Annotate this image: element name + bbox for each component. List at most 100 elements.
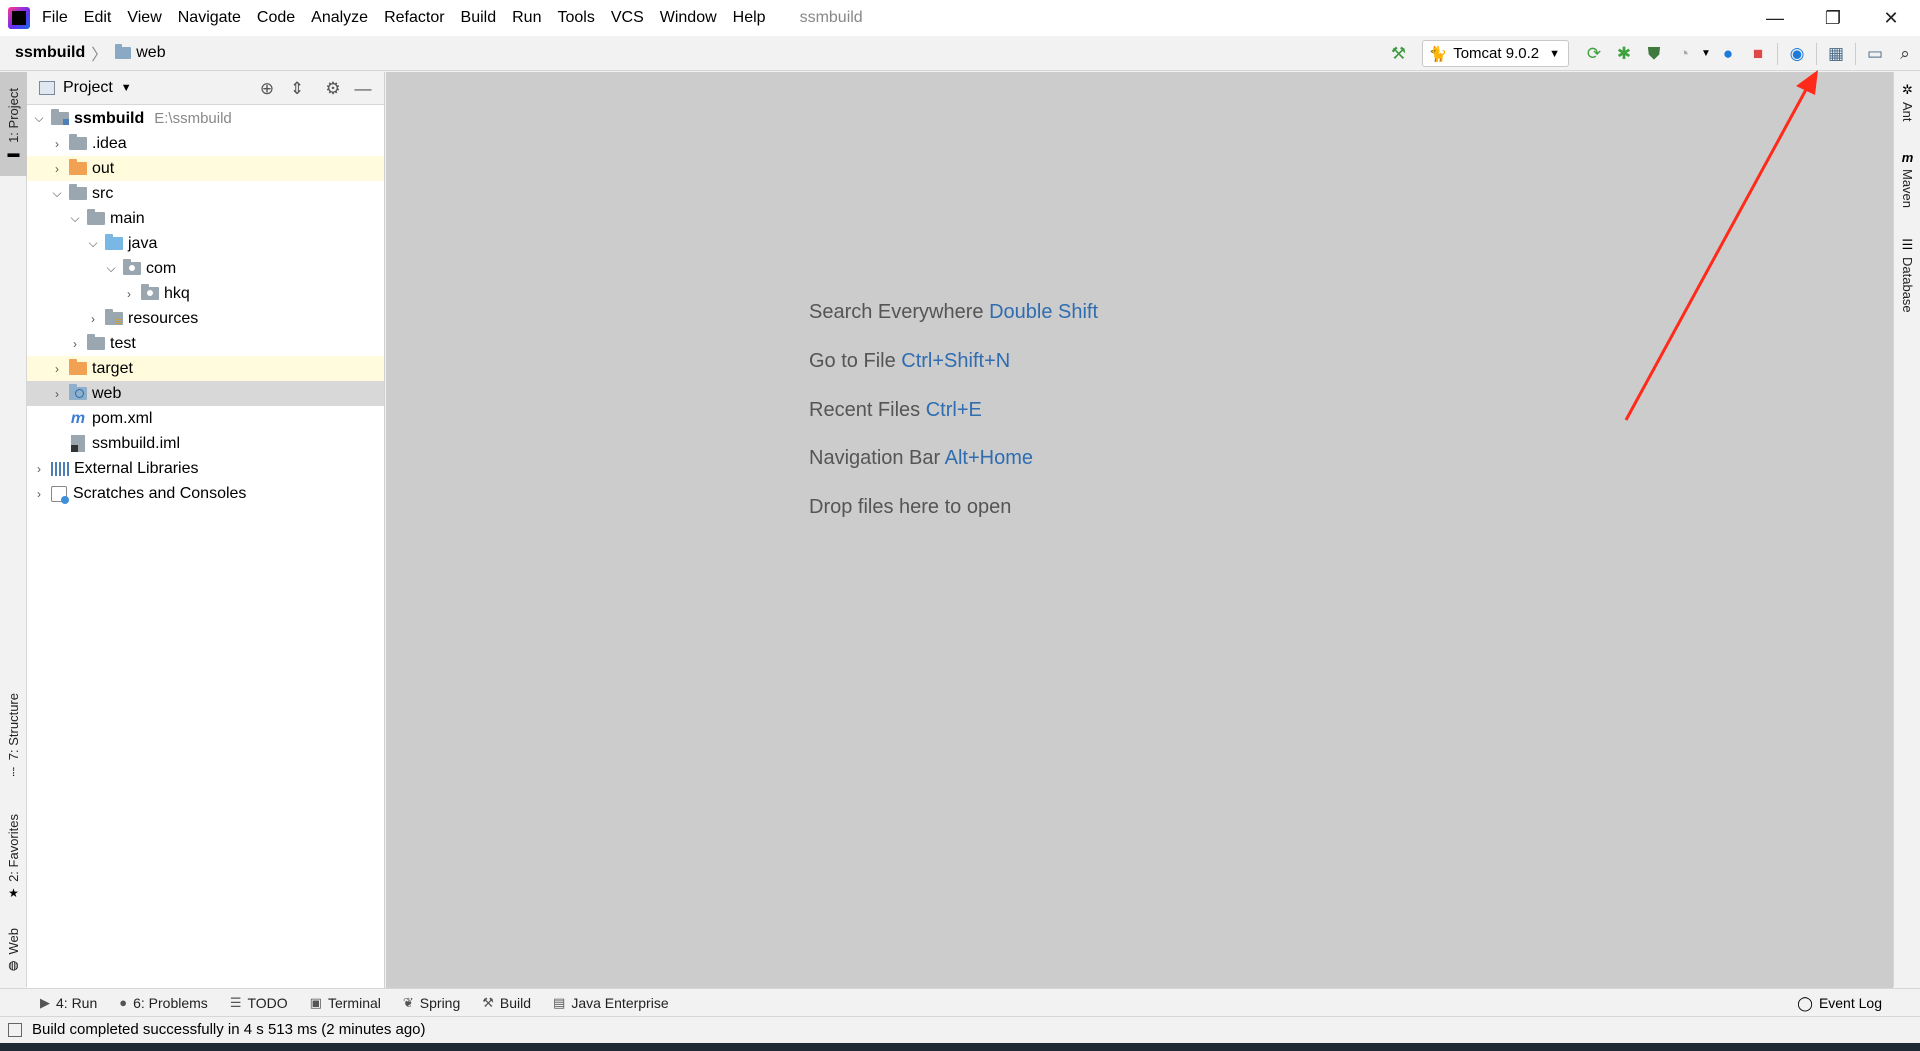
folder-icon: ▬	[7, 146, 20, 161]
tree-item-target[interactable]: › target	[27, 356, 384, 381]
tab-ant[interactable]: ✲ Ant	[1894, 82, 1920, 122]
tab-run[interactable]: ▶ 4: Run	[40, 995, 97, 1011]
tree-label: Scratches and Consoles	[73, 484, 247, 502]
menu-code[interactable]: Code	[249, 9, 303, 27]
tab-event-log-label: Event Log	[1818, 995, 1882, 1011]
hide-panel-icon[interactable]: —	[348, 79, 378, 99]
search-icon[interactable]: ⌕	[1890, 39, 1920, 69]
locate-icon[interactable]: ⊕	[252, 79, 282, 99]
menu-analyze[interactable]: Analyze	[303, 9, 376, 27]
menu-refactor[interactable]: Refactor	[376, 9, 452, 27]
chevron-right-icon[interactable]: ›	[121, 287, 137, 301]
tab-todo[interactable]: ☰ TODO	[230, 995, 288, 1011]
chevron-right-icon[interactable]: ›	[31, 462, 47, 476]
build-hammer-icon: ⚒	[482, 994, 494, 1010]
more-run-dropdown-icon[interactable]: ▼	[1699, 39, 1713, 69]
tree-item-out[interactable]: › out	[27, 156, 384, 181]
chevron-down-icon[interactable]: ⌵	[31, 111, 47, 126]
package-icon	[141, 284, 159, 300]
tree-item-ssmbuild-iml[interactable]: ssmbuild.iml	[27, 431, 384, 456]
menu-view[interactable]: View	[119, 9, 169, 27]
excluded-folder-icon	[69, 359, 87, 375]
project-panel: Project ▼ ⊕ ⇕ ⚙ — ⌵ ssmbuild E:\ssmbuild…	[27, 72, 385, 988]
gear-icon[interactable]: ⚙	[318, 79, 348, 99]
minimize-button[interactable]: —	[1746, 0, 1804, 36]
tab-event-log[interactable]: ◯ Event Log	[1797, 989, 1882, 1017]
excluded-folder-icon	[69, 159, 87, 175]
build-hammer-icon[interactable]: ⚒	[1384, 39, 1414, 69]
menu-file[interactable]: File	[42, 9, 76, 27]
tree-item-scratches[interactable]: › Scratches and Consoles	[27, 481, 384, 506]
chevron-right-icon[interactable]: ›	[49, 362, 65, 376]
chevron-right-icon[interactable]: ›	[49, 137, 65, 151]
stop-icon[interactable]: ■	[1743, 39, 1773, 69]
tree-item-hkq[interactable]: › hkq	[27, 281, 384, 306]
presentation-mode-icon[interactable]: ▭	[1860, 39, 1890, 69]
tab-problems[interactable]: ● 6: Problems	[119, 995, 208, 1011]
chevron-down-icon[interactable]: ⌵	[103, 261, 119, 276]
tree-item-src[interactable]: ⌵ src	[27, 181, 384, 206]
chevron-down-icon[interactable]: ⌵	[85, 236, 101, 251]
settings-sync-icon[interactable]: ◉	[1782, 39, 1812, 69]
menu-vcs[interactable]: VCS	[603, 9, 652, 27]
menu-edit[interactable]: Edit	[76, 9, 120, 27]
tree-item-pom-xml[interactable]: m pom.xml	[27, 406, 384, 431]
tree-item-ssmbuild[interactable]: ⌵ ssmbuild E:\ssmbuild	[27, 106, 384, 131]
tree-label: hkq	[164, 284, 190, 302]
tree-item-main[interactable]: ⌵ main	[27, 206, 384, 231]
chevron-right-icon[interactable]: ›	[67, 337, 83, 351]
breadcrumb-web[interactable]: web	[136, 44, 165, 62]
tab-build[interactable]: ⚒ Build	[482, 995, 531, 1011]
chevron-right-icon[interactable]: ›	[85, 312, 101, 326]
tab-web[interactable]: Web ◍	[0, 920, 27, 980]
right-tool-strip: ✲ Ant m Maven ☰ Database	[1893, 72, 1920, 987]
profile-icon[interactable]: ◔	[1669, 39, 1699, 69]
editor-empty-area[interactable]: Search Everywhere Double Shift Go to Fil…	[386, 72, 1893, 988]
chevron-right-icon[interactable]: ›	[49, 387, 65, 401]
chevron-down-icon[interactable]: ⌵	[49, 186, 65, 201]
status-message: Build completed successfully in 4 s 513 …	[32, 1021, 426, 1038]
coverage-icon[interactable]: ⛊	[1639, 39, 1669, 69]
close-window-button[interactable]: ✕	[1862, 0, 1920, 36]
menu-help[interactable]: Help	[725, 9, 774, 27]
toggle-tool-windows-icon[interactable]	[8, 1022, 22, 1037]
menu-navigate[interactable]: Navigate	[170, 9, 249, 27]
menu-build[interactable]: Build	[453, 9, 505, 27]
debug-icon[interactable]: ✱	[1609, 39, 1639, 69]
tree-item-java[interactable]: ⌵ java	[27, 231, 384, 256]
tree-item-idea[interactable]: › .idea	[27, 131, 384, 156]
tree-item-com[interactable]: ⌵ com	[27, 256, 384, 281]
tip-navigation-bar: Navigation Bar Alt+Home	[809, 447, 1033, 470]
tab-project[interactable]: 1: Project ▬	[0, 72, 27, 176]
tree-item-test[interactable]: › test	[27, 331, 384, 356]
breadcrumb-separator-icon: 〉	[91, 47, 108, 64]
tab-structure[interactable]: 7: Structure ⁞	[0, 687, 27, 785]
tab-spring[interactable]: ❦ Spring	[403, 995, 460, 1011]
chevron-right-icon[interactable]: ›	[49, 162, 65, 176]
menu-tools[interactable]: Tools	[549, 9, 602, 27]
project-view-selector[interactable]: Project ▼	[39, 79, 132, 97]
tab-database[interactable]: ☰ Database	[1894, 237, 1920, 313]
tab-terminal[interactable]: ▣ Terminal	[310, 995, 381, 1011]
collapse-all-icon[interactable]: ⇕	[282, 79, 312, 99]
restore-button[interactable]: ❐	[1804, 0, 1862, 36]
menu-window[interactable]: Window	[652, 9, 725, 27]
breadcrumb-project[interactable]: ssmbuild	[15, 44, 85, 62]
menu-run[interactable]: Run	[504, 9, 549, 27]
navigation-bar: ssmbuild 〉 web ⚒ 🐈 Tomcat 9.0.2 ▼ ⟳ ✱ ⛊ …	[0, 36, 1920, 71]
chevron-down-icon[interactable]: ⌵	[67, 211, 83, 226]
update-app-icon[interactable]: ●	[1713, 39, 1743, 69]
tree-item-external-libraries[interactable]: › External Libraries	[27, 456, 384, 481]
rerun-icon[interactable]: ⟳	[1579, 39, 1609, 69]
tab-maven[interactable]: m Maven	[1894, 150, 1920, 208]
tomcat-icon: 🐈	[1428, 45, 1448, 63]
tree-item-web[interactable]: › web	[27, 381, 384, 406]
project-structure-icon[interactable]: ▦	[1821, 39, 1851, 69]
run-configuration-select[interactable]: 🐈 Tomcat 9.0.2 ▼	[1421, 40, 1569, 67]
tab-java-enterprise[interactable]: ▤ Java Enterprise	[553, 995, 669, 1011]
bottom-tool-bar: ▶ 4: Run ● 6: Problems ☰ TODO ▣ Terminal…	[0, 988, 1920, 1016]
tab-favorites[interactable]: 2: Favorites ★	[0, 807, 27, 907]
tip-search-everywhere: Search Everywhere Double Shift	[809, 301, 1098, 324]
chevron-right-icon[interactable]: ›	[31, 487, 47, 501]
tree-item-resources[interactable]: › resources	[27, 306, 384, 331]
